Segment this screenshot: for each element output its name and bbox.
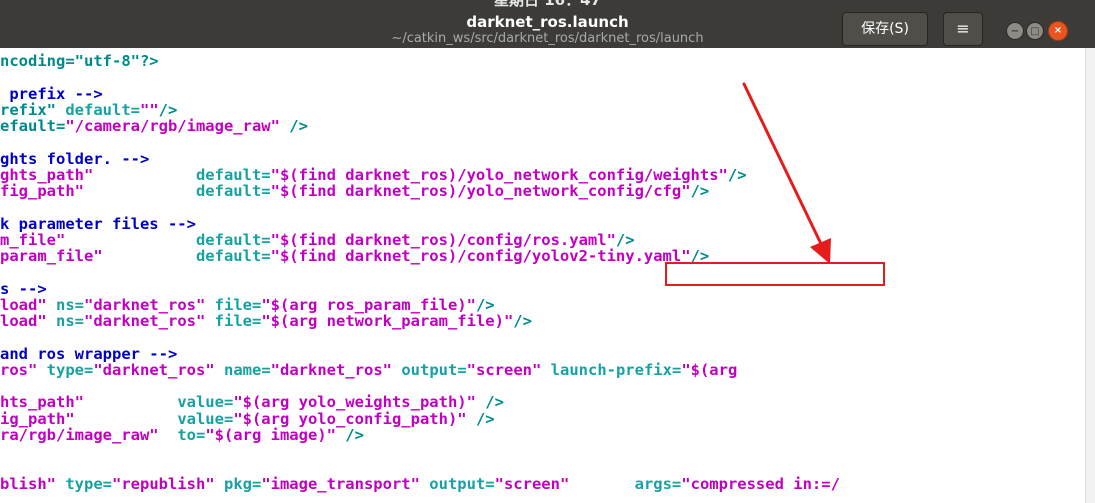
- code-token: />: [513, 312, 532, 330]
- code-line: hts_path" value="$(arg yolo_weights_path…: [0, 394, 504, 410]
- code-token: "$(find darknet_ros)/config/yolov2-tiny.…: [270, 247, 691, 265]
- code-line: load" ns="darknet_ros" file="$(arg netwo…: [0, 313, 532, 329]
- hamburger-menu-icon[interactable]: ≡: [943, 12, 983, 46]
- code-token: to=: [177, 425, 206, 444]
- code-token: launch-prefix=: [550, 360, 682, 379]
- code-token: param_file": [0, 247, 196, 265]
- code-token: />: [279, 117, 308, 135]
- code-line: ig_path" value="$(arg yolo_config_path)"…: [0, 411, 495, 427]
- save-button[interactable]: 保存(S): [842, 12, 928, 46]
- code-token: "$(arg image)": [205, 425, 346, 444]
- clock: 星期日 16：47: [494, 0, 601, 9]
- window-title: darknet_ros.launch: [466, 13, 629, 31]
- code-token: ns=: [56, 312, 84, 330]
- code-token: "image_transport": [261, 474, 430, 493]
- title-bar: 星期日 16：47 darknet_ros.launch ~/catkin_ws…: [0, 0, 1095, 48]
- code-token: />: [345, 425, 364, 444]
- code-line: param_file" default="$(find darknet_ros)…: [0, 248, 709, 264]
- code-line: blish" type="republish" pkg="image_trans…: [0, 476, 840, 492]
- code-token: output=: [429, 474, 495, 493]
- code-line: ros" type="darknet_ros" name="darknet_ro…: [0, 362, 737, 378]
- code-token: "$(arg: [681, 360, 738, 379]
- code-token: "screen": [466, 360, 551, 379]
- code-token: />: [727, 165, 747, 184]
- code-token: name=: [224, 360, 271, 379]
- minimize-icon[interactable]: −: [1006, 22, 1024, 40]
- code-token: output=: [401, 360, 467, 379]
- code-line: ra/rgb/image_raw" to="$(arg image)" />: [0, 427, 364, 443]
- code-token: efault=: [0, 117, 66, 135]
- code-line: ghts folder. -->: [0, 151, 149, 167]
- code-line: ghts_path" default="$(find darknet_ros)/…: [0, 167, 747, 183]
- file-path: ~/catkin_ws/src/darknet_ros/darknet_ros/…: [391, 31, 704, 46]
- code-token: ros": [0, 360, 47, 379]
- code-line: and ros wrapper -->: [0, 346, 177, 362]
- code-token: args=: [634, 474, 682, 493]
- code-token: default=: [195, 182, 271, 200]
- code-token: />: [475, 409, 495, 428]
- vertical-scrollbar[interactable]: [1085, 48, 1095, 503]
- code-line: ncoding="utf-8"?>: [0, 53, 159, 69]
- code-token: pkg=: [223, 474, 262, 493]
- code-token: />: [690, 182, 710, 200]
- window-controls: − □ ×: [1006, 21, 1084, 42]
- close-icon[interactable]: ×: [1048, 21, 1068, 41]
- code-token: load": [0, 312, 56, 330]
- code-line: k parameter files -->: [0, 216, 196, 232]
- code-token: "darknet_ros": [93, 360, 224, 379]
- title-block: darknet_ros.launch ~/catkin_ws/src/darkn…: [0, 13, 1095, 46]
- code-token: "screen": [494, 474, 635, 493]
- annotation-highlight-box: [665, 262, 885, 286]
- code-token: file=: [214, 312, 262, 330]
- code-line: fig_path" default="$(find darknet_ros)/y…: [0, 183, 709, 199]
- code-line: load" ns="darknet_ros" file="$(arg ros_p…: [0, 297, 495, 313]
- maximize-icon[interactable]: □: [1026, 22, 1044, 40]
- code-line: efault="/camera/rgb/image_raw" />: [0, 118, 308, 134]
- code-token: ra/rgb/image_raw": [0, 425, 178, 444]
- code-token: "$(find darknet_ros)/yolo_network_config…: [270, 182, 691, 200]
- code-token: blish": [0, 474, 66, 493]
- code-token: "republish": [112, 474, 224, 493]
- code-token: "darknet_ros": [84, 312, 215, 330]
- code-token: "/camera/rgb/image_raw": [65, 117, 280, 135]
- code-editor[interactable]: ncoding="utf-8"?> prefix --> refix" defau…: [0, 48, 1085, 503]
- code-token: type=: [46, 360, 94, 379]
- code-line: prefix -->: [0, 86, 102, 102]
- code-token: "compressed in:=/: [681, 474, 840, 493]
- code-line: s -->: [0, 281, 47, 297]
- code-token: default=: [195, 247, 271, 265]
- code-line: m_file" default="$(find darknet_ros)/con…: [0, 232, 635, 248]
- code-token: type=: [65, 474, 112, 493]
- code-token: ncoding="utf-8"?>: [0, 52, 159, 70]
- code-token: "darknet_ros": [270, 360, 402, 379]
- code-line: refix" default=""/>: [0, 102, 177, 118]
- code-token: fig_path": [0, 182, 196, 200]
- code-token: "$(arg network_param_file)": [261, 312, 514, 330]
